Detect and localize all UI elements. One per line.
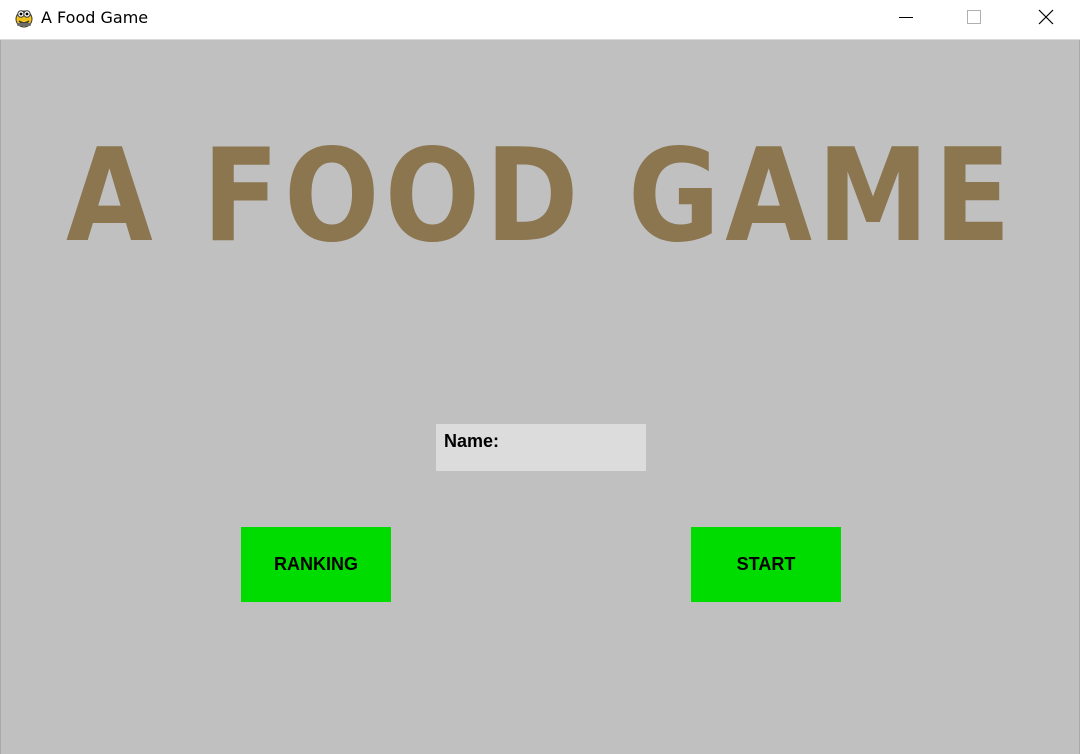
game-title: A FOOD GAME [66,122,1016,271]
window-title: A Food Game [41,8,149,27]
maximize-button[interactable] [940,0,1008,34]
game-title-text: A FOOD GAME [66,122,1016,271]
title-bar[interactable]: A Food Game [0,0,1080,40]
ranking-button[interactable]: RANKING [241,527,391,602]
close-icon [1038,9,1054,25]
minimize-button[interactable] [872,0,940,34]
name-label: Name: [444,431,500,451]
name-input[interactable]: Name: [436,424,646,471]
game-window: A Food Game A FOOD GAME Name: RANKING ST… [0,0,1080,754]
start-button[interactable]: START [691,527,841,602]
close-button[interactable] [1012,0,1080,34]
pygame-snake-icon [13,6,35,28]
minimize-icon [898,9,914,25]
game-canvas[interactable]: A FOOD GAME Name: RANKING START [0,40,1080,754]
maximize-icon [966,9,982,25]
